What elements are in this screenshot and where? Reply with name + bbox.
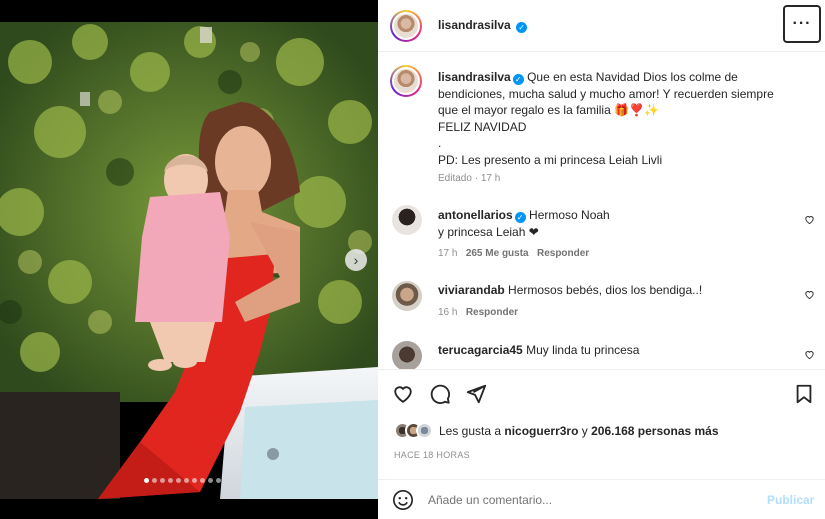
caption-username[interactable]: lisandrasilva [438, 70, 511, 84]
more-icon: ··· [792, 15, 812, 32]
add-comment-bar: Publicar [378, 479, 825, 519]
like-comment-icon[interactable] [804, 289, 815, 300]
chevron-right-icon: › [353, 252, 359, 268]
caption: lisandrasilva ✓ Que en esta Navidad Dios … [438, 69, 778, 188]
caption-text-1: Que en esta Navidad Dios los colme de [527, 70, 738, 84]
media-pane: › [0, 0, 378, 519]
publish-button[interactable]: Publicar [767, 493, 814, 507]
caption-text-2: bendiciones, mucha salud y mucho amor! Y… [438, 86, 774, 101]
comment-username[interactable]: antonellarios [438, 208, 513, 222]
comment-text: Muy linda tu princesa [526, 343, 640, 357]
comment-text: y princesa Leiah ❤ [438, 224, 539, 239]
carousel-dot [192, 478, 197, 483]
carousel-dot [184, 478, 189, 483]
author-avatar[interactable] [390, 10, 422, 42]
like-comment-icon[interactable] [804, 214, 815, 225]
caption-avatar[interactable] [390, 65, 422, 97]
comment-meta: 16 h Responder [438, 305, 768, 322]
author-name-row: lisandrasilva ✓ [438, 18, 528, 33]
post-photo[interactable] [0, 22, 378, 499]
comment-time: 17 h [438, 248, 458, 259]
verified-badge-icon: ✓ [512, 74, 524, 85]
comment-item: viviarandab Hermosos bebés, dios los ben… [438, 282, 768, 321]
comment-likes[interactable]: 265 Me gusta [466, 248, 529, 259]
carousel-dot [216, 478, 221, 483]
comment-meta: 17 h 265 Me gusta Responder [438, 246, 768, 263]
comment-input[interactable] [428, 488, 748, 512]
likes-connector: y [581, 423, 588, 438]
post-actions: Les gusta a nicoguerr3ro y 206.168 perso… [378, 369, 825, 479]
caption-text-6: PD: Les presento a mi princesa Leiah Liv… [438, 152, 663, 167]
liker-avatar [416, 422, 433, 439]
carousel-indicator [144, 478, 221, 483]
emoji-icon[interactable] [392, 489, 414, 511]
carousel-dot [144, 478, 149, 483]
likes-count[interactable]: 206.168 personas más [591, 424, 718, 438]
carousel-dot [176, 478, 181, 483]
author-username[interactable]: lisandrasilva [438, 18, 511, 32]
comment-icon[interactable] [429, 383, 451, 405]
comment-avatar[interactable] [392, 341, 422, 369]
post-modal: › lisandrasilva ✓ ··· lisandrasilva ✓ Que… [0, 0, 825, 519]
carousel-dot [168, 478, 173, 483]
like-comment-icon[interactable] [804, 349, 815, 360]
comment-username[interactable]: viviarandab [438, 283, 505, 297]
bookmark-icon[interactable] [793, 383, 815, 405]
post-side-panel: lisandrasilva ✓ ··· lisandrasilva ✓ Que e… [378, 0, 825, 519]
share-icon[interactable] [465, 383, 487, 405]
likes-user[interactable]: nicoguerr3ro [504, 424, 578, 438]
carousel-next-button[interactable]: › [345, 249, 367, 271]
caption-meta: Editado · 17 h [438, 173, 501, 184]
comment-text: Hermosos bebés, dios los bendiga..! [508, 283, 703, 297]
more-options-button[interactable]: ··· [783, 5, 821, 43]
caption-text-5: . [438, 136, 442, 150]
likes-summary: Les gusta a nicoguerr3ro y 206.168 perso… [394, 422, 719, 439]
verified-badge-icon: ✓ [516, 22, 528, 33]
comment-time: 16 h [438, 306, 458, 318]
comment-item: terucagarcia45 Muy linda tu princesa [438, 342, 768, 359]
reply-button[interactable]: Responder [537, 248, 589, 259]
carousel-dot [200, 478, 205, 483]
carousel-dot [152, 478, 157, 483]
comment-avatar[interactable] [392, 205, 422, 235]
comment-item: antonellarios ✓ Hermoso Noah y princesa L… [438, 207, 768, 263]
caption-edited: Editado [438, 173, 472, 184]
post-header: lisandrasilva ✓ ··· [378, 0, 825, 52]
likes-prefix: Les gusta a [439, 423, 502, 438]
comment-text: Hermoso Noah [529, 208, 610, 222]
caption-text-4: FELIZ NAVIDAD [438, 119, 527, 134]
carousel-dot [160, 478, 165, 483]
comments-list[interactable]: lisandrasilva ✓ Que en esta Navidad Dios … [378, 53, 825, 369]
reply-button[interactable]: Responder [466, 307, 518, 318]
caption-time: 17 h [480, 173, 501, 184]
carousel-dot [208, 478, 213, 483]
verified-badge-icon: ✓ [514, 212, 526, 223]
caption-text-3: que el mayor regalo es la familia 🎁❣️✨ [438, 103, 659, 117]
like-heart-icon[interactable] [392, 383, 414, 405]
comment-username[interactable]: terucagarcia45 [438, 343, 523, 357]
comment-avatar[interactable] [392, 281, 422, 311]
post-time: HACE 18 HORAS [394, 450, 470, 460]
